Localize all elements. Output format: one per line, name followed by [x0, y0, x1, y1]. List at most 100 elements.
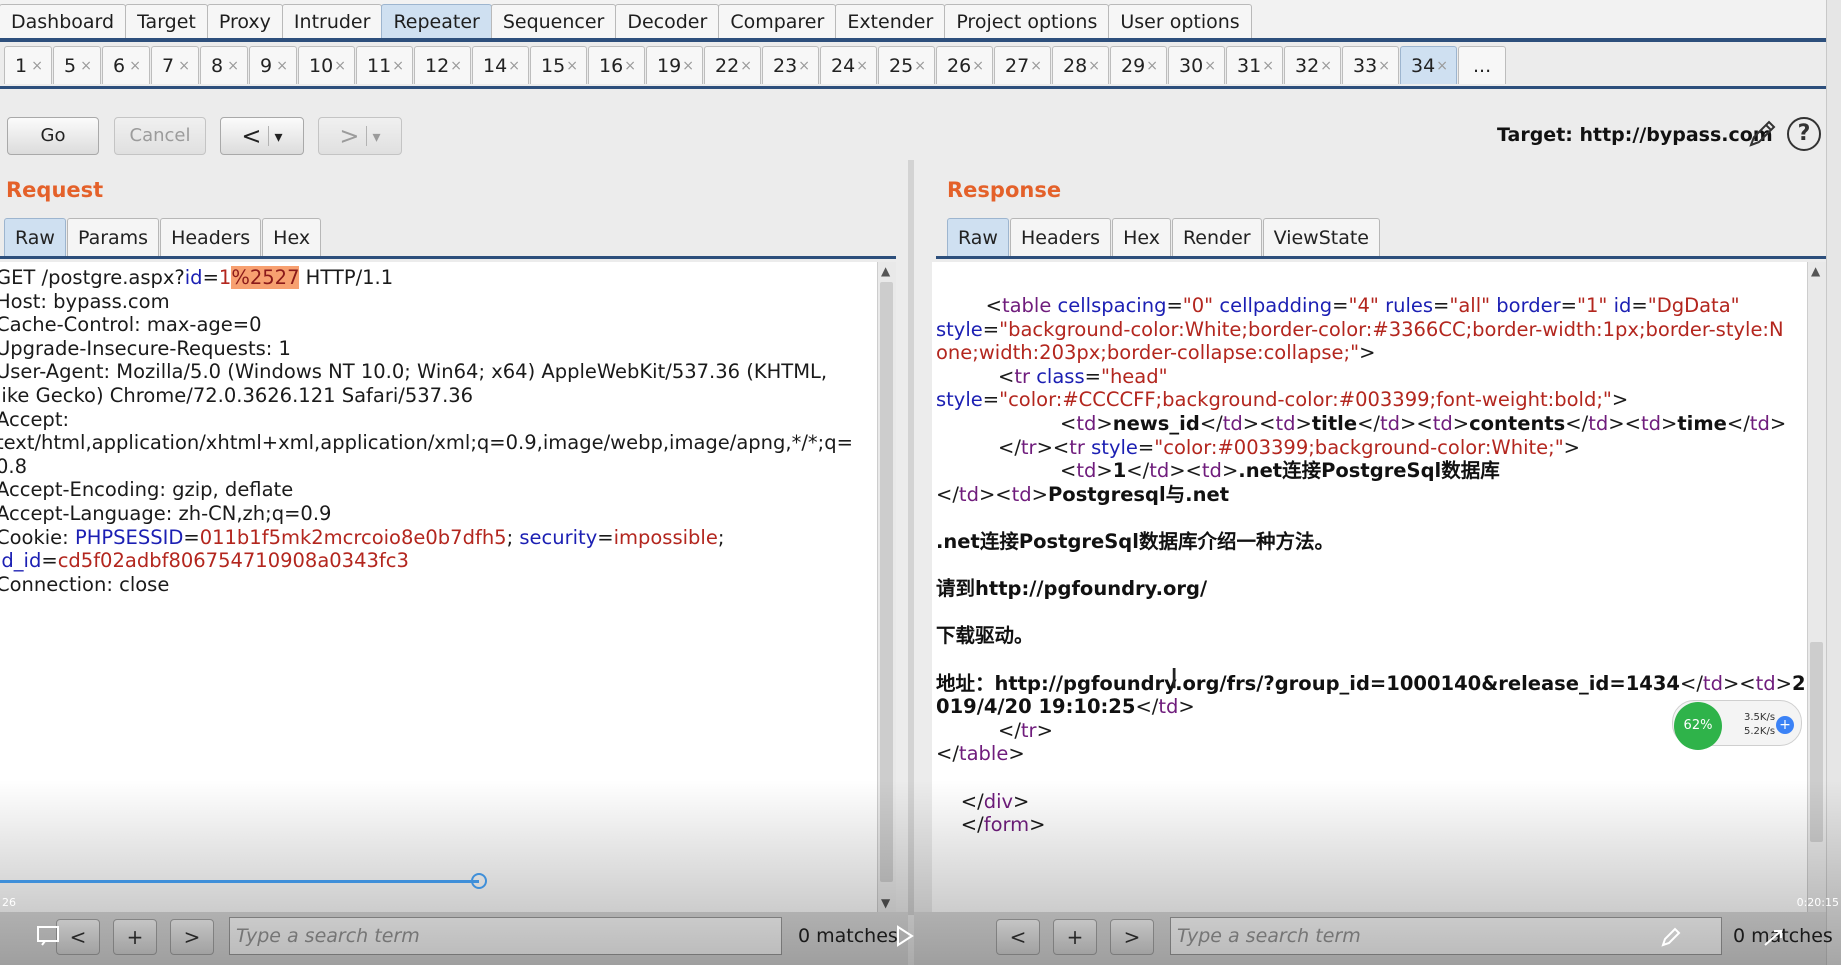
request-tab-raw[interactable]: Raw — [4, 218, 66, 256]
close-icon[interactable]: × — [1436, 47, 1448, 85]
request-scrollbar[interactable]: ▲ ▼ — [877, 262, 896, 912]
response-tab-raw[interactable]: Raw — [947, 218, 1009, 256]
main-tab-decoder[interactable]: Decoder — [615, 4, 720, 38]
repeater-tab-29[interactable]: 29 × — [1110, 46, 1167, 84]
play-icon[interactable] — [895, 925, 915, 947]
response-scrollbar[interactable]: ▲ — [1807, 262, 1826, 912]
response-search-input[interactable]: Type a search term — [1170, 917, 1722, 955]
repeater-tab-30[interactable]: 30 × — [1168, 46, 1225, 84]
close-icon[interactable]: × — [682, 47, 694, 85]
close-icon[interactable]: × — [80, 47, 92, 85]
repeater-tab-28[interactable]: 28 × — [1052, 46, 1109, 84]
repeater-tab-1[interactable]: 1 × — [4, 46, 52, 84]
response-search-prev-button[interactable]: < — [996, 919, 1040, 955]
repeater-tab-5[interactable]: 5 × — [53, 46, 101, 84]
repeater-tab-27[interactable]: 27 × — [994, 46, 1051, 84]
repeater-tab-22[interactable]: 22 × — [704, 46, 761, 84]
request-tab-hex[interactable]: Hex — [262, 218, 322, 256]
response-search-add-button[interactable]: + — [1053, 919, 1097, 955]
close-icon[interactable]: × — [1030, 47, 1042, 85]
main-tab-proxy[interactable]: Proxy — [206, 4, 283, 38]
close-icon[interactable]: × — [624, 47, 636, 85]
repeater-tab-8[interactable]: 8 × — [200, 46, 248, 84]
request-editor[interactable]: GET /postgre.aspx?id=1%2527 HTTP/1.1 Host… — [0, 262, 877, 912]
main-tab-comparer[interactable]: Comparer — [718, 4, 837, 38]
response-tab-headers[interactable]: Headers — [1009, 218, 1112, 256]
close-icon[interactable]: × — [798, 47, 810, 85]
main-tab-intruder[interactable]: Intruder — [281, 4, 383, 38]
response-scroll-thumb[interactable] — [1810, 642, 1823, 842]
repeater-tab-31[interactable]: 31 × — [1226, 46, 1283, 84]
repeater-tab-14[interactable]: 14 × — [472, 46, 529, 84]
video-progress-knob[interactable] — [471, 873, 487, 889]
repeater-tab-9[interactable]: 9 × — [249, 46, 297, 84]
pencil-icon[interactable] — [1745, 117, 1779, 151]
close-icon[interactable]: × — [740, 47, 752, 85]
request-search-prev-button[interactable]: < — [56, 919, 100, 955]
repeater-tab-6[interactable]: 6 × — [102, 46, 150, 84]
request-tab-headers[interactable]: Headers — [160, 218, 262, 256]
close-icon[interactable]: × — [972, 47, 984, 85]
edit-icon[interactable] — [1660, 926, 1682, 948]
repeater-tab-34[interactable]: 34 × — [1400, 46, 1457, 84]
close-icon[interactable]: × — [1146, 47, 1158, 85]
fullscreen-icon[interactable] — [1762, 928, 1784, 948]
go-button[interactable]: Go — [7, 117, 99, 155]
close-icon[interactable]: × — [508, 47, 520, 85]
add-icon[interactable]: + — [1776, 716, 1794, 734]
cancel-button[interactable]: Cancel — [114, 117, 206, 155]
request-scroll-thumb[interactable] — [880, 282, 893, 882]
close-icon[interactable]: × — [1088, 47, 1100, 85]
main-tab-sequencer[interactable]: Sequencer — [490, 4, 617, 38]
response-tab-render[interactable]: Render — [1171, 218, 1262, 256]
back-dropdown-icon[interactable]: ▾ — [275, 127, 283, 146]
close-icon[interactable]: × — [566, 47, 578, 85]
close-icon[interactable]: × — [1262, 47, 1274, 85]
main-tab-target[interactable]: Target — [125, 4, 208, 38]
close-icon[interactable]: × — [334, 47, 346, 85]
close-icon[interactable]: × — [1378, 47, 1390, 85]
repeater-tab-24[interactable]: 24 × — [820, 46, 877, 84]
request-search-next-button[interactable]: > — [170, 919, 214, 955]
scroll-up-icon[interactable]: ▲ — [881, 264, 890, 278]
repeater-tab-26[interactable]: 26 × — [936, 46, 993, 84]
repeater-tab-33[interactable]: 33 × — [1342, 46, 1399, 84]
help-icon[interactable]: ? — [1787, 117, 1821, 151]
close-icon[interactable]: × — [1204, 47, 1216, 85]
repeater-tab-more[interactable]: ... — [1458, 46, 1507, 84]
repeater-tab-15[interactable]: 15 × — [530, 46, 587, 84]
request-search-input[interactable]: Type a search term — [229, 917, 782, 955]
main-tab-repeater[interactable]: Repeater — [381, 4, 492, 38]
repeater-tab-25[interactable]: 25 × — [878, 46, 935, 84]
main-tab-dashboard[interactable]: Dashboard — [0, 4, 127, 38]
repeater-tab-19[interactable]: 19 × — [646, 46, 703, 84]
close-icon[interactable]: × — [227, 47, 239, 85]
close-icon[interactable]: × — [31, 47, 43, 85]
close-icon[interactable]: × — [914, 47, 926, 85]
forward-button[interactable]: > ▾ — [318, 117, 402, 155]
main-tab-extender[interactable]: Extender — [835, 4, 946, 38]
close-icon[interactable]: × — [129, 47, 141, 85]
repeater-tab-12[interactable]: 12 × — [414, 46, 471, 84]
main-tab-project-options[interactable]: Project options — [944, 4, 1110, 38]
response-search-next-button[interactable]: > — [1110, 919, 1154, 955]
response-tab-viewstate[interactable]: ViewState — [1262, 218, 1380, 256]
close-icon[interactable]: × — [276, 47, 288, 85]
response-editor[interactable]: <table cellspacing="0" cellpadding="4" r… — [932, 262, 1807, 912]
close-icon[interactable]: × — [450, 47, 462, 85]
request-tab-params[interactable]: Params — [66, 218, 160, 256]
scroll-down-icon[interactable]: ▼ — [881, 896, 890, 910]
close-icon[interactable]: × — [856, 47, 868, 85]
close-icon[interactable]: × — [178, 47, 190, 85]
response-tab-hex[interactable]: Hex — [1112, 218, 1171, 256]
close-icon[interactable]: × — [1320, 47, 1332, 85]
split-divider[interactable] — [908, 160, 914, 915]
video-progress-bar[interactable] — [0, 880, 479, 883]
close-icon[interactable]: × — [392, 47, 404, 85]
back-button[interactable]: < ▾ — [220, 117, 304, 155]
repeater-tab-7[interactable]: 7 × — [151, 46, 199, 84]
repeater-tab-32[interactable]: 32 × — [1284, 46, 1341, 84]
repeater-tab-23[interactable]: 23 × — [762, 46, 819, 84]
request-search-add-button[interactable]: + — [113, 919, 157, 955]
scroll-up-icon[interactable]: ▲ — [1811, 264, 1820, 278]
